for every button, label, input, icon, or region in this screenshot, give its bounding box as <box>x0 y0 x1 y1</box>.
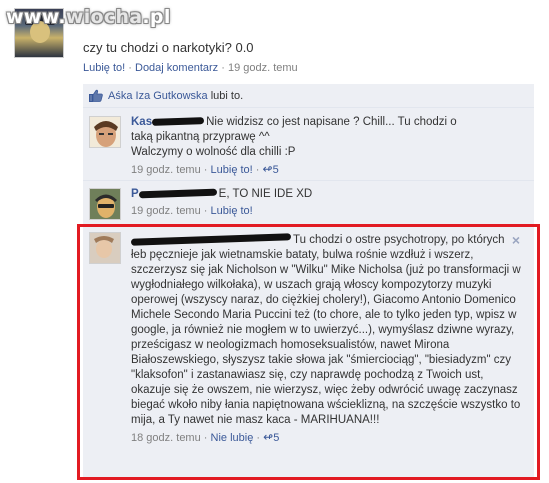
meta-separator: · <box>203 205 208 217</box>
comment-author-avatar[interactable] <box>89 116 121 148</box>
comment-author-avatar[interactable] <box>89 232 121 264</box>
censor-scribble <box>138 189 217 199</box>
comment-time: 18 godz. temu <box>131 432 201 444</box>
censor-scribble <box>130 233 292 247</box>
meta-separator: · <box>203 432 208 444</box>
likes-summary: Aśka Iza Gutkowska lubi to. <box>83 84 534 108</box>
like-count-icon: ↫ <box>263 430 274 444</box>
comment-meta: 19 godz. temu · Lubię to! · ↫5 <box>131 162 521 178</box>
like-count-value: 5 <box>272 164 279 176</box>
comment-text-rest: taką pikantną przyprawę ^^ Walczymy o wo… <box>131 131 296 158</box>
comment-body: Tu chodzi o ostre psychotropy, po któryc… <box>130 233 521 446</box>
like-count[interactable]: ↫5 <box>263 430 280 444</box>
meta-separator: · <box>221 62 225 74</box>
comments-thread: Aśka Iza Gutkowska lubi to. Kas Nie widzi… <box>83 84 534 478</box>
comment-author-avatar[interactable] <box>89 188 121 220</box>
comment-text: Tu chodzi o ostre psychotropy, po <box>293 234 465 246</box>
meta-separator: · <box>128 62 132 74</box>
meta-separator: · <box>256 432 261 444</box>
comment-author-name[interactable]: Kas <box>131 116 152 128</box>
comment-text: Nie widzisz co jest napisane ? Chill... … <box>206 116 457 128</box>
comment-author-name[interactable]: P <box>131 188 139 200</box>
post-like-link[interactable]: Lubię to! <box>83 62 125 74</box>
comment-item: Kas Nie widzisz co jest napisane ? Chill.… <box>83 109 534 181</box>
meta-separator: · <box>203 164 208 176</box>
meta-separator: · <box>255 164 260 176</box>
like-count[interactable]: ↫5 <box>262 162 279 176</box>
watermark-prefix: www. <box>6 6 66 28</box>
wiocha-watermark: www.wiocha.pl <box>6 6 171 30</box>
comment-like-link[interactable]: Lubię to! <box>211 164 253 176</box>
comment-item: P E, TO NIE IDE XD 19 godz. temu · Lubię … <box>83 181 534 225</box>
comment-time: 19 godz. temu <box>131 164 201 176</box>
thumbs-up-icon <box>89 89 103 102</box>
like-count-icon: ↫ <box>262 162 273 176</box>
comment-text-rest: których łeb pęcznieje jak wietnamskie ba… <box>131 234 521 426</box>
censor-scribble <box>152 117 205 127</box>
comment-unlike-link[interactable]: Nie lubię <box>211 432 254 444</box>
like-count-value: 5 <box>273 432 280 444</box>
comment-body: P E, TO NIE IDE XD 19 godz. temu · Lubię … <box>131 187 521 219</box>
watermark-suffix: .pl <box>142 6 171 28</box>
comment-time: 19 godz. temu <box>131 205 201 217</box>
post-time: 19 godz. temu <box>227 62 298 74</box>
comment-like-link[interactable]: Lubię to! <box>211 205 253 217</box>
comment-text: E, TO NIE IDE XD <box>218 188 313 200</box>
likes-suffix: lubi to. <box>210 89 244 102</box>
watermark-name: wiocha <box>65 6 143 28</box>
comment-body: Kas Nie widzisz co jest napisane ? Chill.… <box>131 115 521 178</box>
liker-names-link[interactable]: Aśka Iza Gutkowska <box>108 90 208 102</box>
comment-meta: 18 godz. temu · Nie lubię · ↫5 <box>131 430 521 446</box>
post-meta: Lubię to! · Dodaj komentarz · 19 godz. t… <box>83 62 298 74</box>
comment-meta: 19 godz. temu · Lubię to! <box>131 204 521 219</box>
post-text: czy tu chodzi o narkotyki? 0.0 <box>83 40 254 55</box>
comment-item: × Tu chodzi o ostre psychotropy, po któr… <box>83 225 534 478</box>
post-add-comment-link[interactable]: Dodaj komentarz <box>135 62 218 74</box>
